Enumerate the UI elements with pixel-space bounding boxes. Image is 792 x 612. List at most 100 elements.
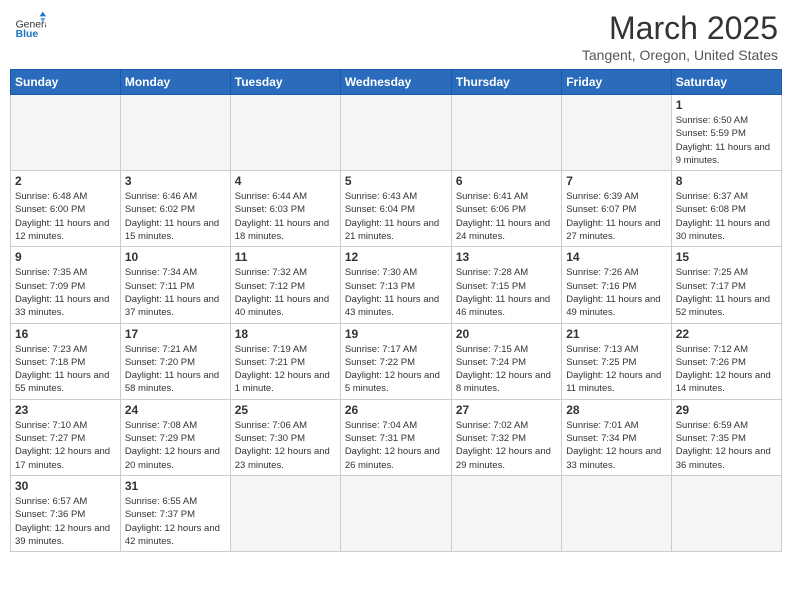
day-cell: 13Sunrise: 7:28 AM Sunset: 7:15 PM Dayli… [451,247,561,323]
day-cell: 25 Sunrise: 7:06 AM Sunset: 7:30 PM Dayli… [230,399,340,475]
day-cell: 3Sunrise: 6:46 AM Sunset: 6:02 PM Daylig… [120,171,230,247]
day-number: 4 [235,174,336,188]
location: Tangent, Oregon, United States [582,47,778,63]
day-info: Sunrise: 7:23 AM Sunset: 7:18 PM Dayligh… [15,343,116,396]
day-cell: 16 Sunrise: 7:23 AM Sunset: 7:18 PM Dayli… [11,323,121,399]
weekday-header-tuesday: Tuesday [230,70,340,95]
day-info: Sunrise: 7:28 AM Sunset: 7:15 PM Dayligh… [456,266,557,319]
title-block: March 2025 Tangent, Oregon, United State… [582,10,778,63]
logo: General Blue [14,10,46,42]
calendar: SundayMondayTuesdayWednesdayThursdayFrid… [10,69,782,552]
day-info: Sunrise: 6:39 AM Sunset: 6:07 PM Dayligh… [566,190,666,243]
week-row-5: 23Sunrise: 7:10 AM Sunset: 7:27 PM Dayli… [11,399,782,475]
day-number: 28 [566,403,666,417]
day-info: Sunrise: 7:01 AM Sunset: 7:34 PM Dayligh… [566,419,666,472]
day-cell [340,475,451,551]
day-cell: 30Sunrise: 6:57 AM Sunset: 7:36 PM Dayli… [11,475,121,551]
day-info: Sunrise: 7:34 AM Sunset: 7:11 PM Dayligh… [125,266,226,319]
day-cell: 8Sunrise: 6:37 AM Sunset: 6:08 PM Daylig… [671,171,781,247]
day-number: 5 [345,174,447,188]
weekday-header-row: SundayMondayTuesdayWednesdayThursdayFrid… [11,70,782,95]
day-cell: 28 Sunrise: 7:01 AM Sunset: 7:34 PM Dayli… [562,399,671,475]
weekday-header-friday: Friday [562,70,671,95]
week-row-6: 30Sunrise: 6:57 AM Sunset: 7:36 PM Dayli… [11,475,782,551]
day-cell: 9Sunrise: 7:35 AM Sunset: 7:09 PM Daylig… [11,247,121,323]
day-cell [11,95,121,171]
day-cell [340,95,451,171]
day-cell: 5 Sunrise: 6:43 AM Sunset: 6:04 PM Daylig… [340,171,451,247]
weekday-header-monday: Monday [120,70,230,95]
day-info: Sunrise: 6:55 AM Sunset: 7:37 PM Dayligh… [125,495,226,548]
day-cell: 26 Sunrise: 7:04 AM Sunset: 7:31 PM Dayli… [340,399,451,475]
day-number: 15 [676,250,777,264]
day-number: 22 [676,327,777,341]
day-number: 27 [456,403,557,417]
logo-icon: General Blue [14,10,46,42]
day-cell: 1 Sunrise: 6:50 AM Sunset: 5:59 PM Daylig… [671,95,781,171]
day-number: 14 [566,250,666,264]
weekday-header-wednesday: Wednesday [340,70,451,95]
day-number: 9 [15,250,116,264]
day-cell: 18Sunrise: 7:19 AM Sunset: 7:21 PM Dayli… [230,323,340,399]
day-number: 12 [345,250,447,264]
day-info: Sunrise: 7:08 AM Sunset: 7:29 PM Dayligh… [125,419,226,472]
day-info: Sunrise: 7:17 AM Sunset: 7:22 PM Dayligh… [345,343,447,396]
day-info: Sunrise: 7:06 AM Sunset: 7:30 PM Dayligh… [235,419,336,472]
day-number: 2 [15,174,116,188]
day-number: 17 [125,327,226,341]
day-info: Sunrise: 6:44 AM Sunset: 6:03 PM Dayligh… [235,190,336,243]
day-cell [562,95,671,171]
day-cell: 21Sunrise: 7:13 AM Sunset: 7:25 PM Dayli… [562,323,671,399]
day-cell: 14 Sunrise: 7:26 AM Sunset: 7:16 PM Dayli… [562,247,671,323]
day-cell: 12 Sunrise: 7:30 AM Sunset: 7:13 PM Dayli… [340,247,451,323]
day-cell: 19 Sunrise: 7:17 AM Sunset: 7:22 PM Dayli… [340,323,451,399]
day-cell: 4 Sunrise: 6:44 AM Sunset: 6:03 PM Daylig… [230,171,340,247]
day-info: Sunrise: 6:50 AM Sunset: 5:59 PM Dayligh… [676,114,777,167]
day-number: 18 [235,327,336,341]
day-cell: 27 Sunrise: 7:02 AM Sunset: 7:32 PM Dayli… [451,399,561,475]
weekday-header-sunday: Sunday [11,70,121,95]
day-cell [230,475,340,551]
day-cell: 15Sunrise: 7:25 AM Sunset: 7:17 PM Dayli… [671,247,781,323]
day-cell [451,95,561,171]
day-cell: 11Sunrise: 7:32 AM Sunset: 7:12 PM Dayli… [230,247,340,323]
day-info: Sunrise: 7:12 AM Sunset: 7:26 PM Dayligh… [676,343,777,396]
day-cell: 29Sunrise: 6:59 AM Sunset: 7:35 PM Dayli… [671,399,781,475]
day-cell [671,475,781,551]
day-number: 26 [345,403,447,417]
day-info: Sunrise: 7:04 AM Sunset: 7:31 PM Dayligh… [345,419,447,472]
day-number: 31 [125,479,226,493]
day-number: 6 [456,174,557,188]
day-cell: 2Sunrise: 6:48 AM Sunset: 6:00 PM Daylig… [11,171,121,247]
weekday-header-thursday: Thursday [451,70,561,95]
day-info: Sunrise: 7:15 AM Sunset: 7:24 PM Dayligh… [456,343,557,396]
day-info: Sunrise: 6:59 AM Sunset: 7:35 PM Dayligh… [676,419,777,472]
day-number: 20 [456,327,557,341]
day-number: 1 [676,98,777,112]
day-cell: 10Sunrise: 7:34 AM Sunset: 7:11 PM Dayli… [120,247,230,323]
day-info: Sunrise: 6:41 AM Sunset: 6:06 PM Dayligh… [456,190,557,243]
day-number: 24 [125,403,226,417]
day-number: 8 [676,174,777,188]
week-row-4: 16 Sunrise: 7:23 AM Sunset: 7:18 PM Dayli… [11,323,782,399]
day-number: 7 [566,174,666,188]
day-info: Sunrise: 6:43 AM Sunset: 6:04 PM Dayligh… [345,190,447,243]
week-row-3: 9Sunrise: 7:35 AM Sunset: 7:09 PM Daylig… [11,247,782,323]
day-info: Sunrise: 6:46 AM Sunset: 6:02 PM Dayligh… [125,190,226,243]
month-title: March 2025 [582,10,778,47]
day-cell: 7 Sunrise: 6:39 AM Sunset: 6:07 PM Daylig… [562,171,671,247]
day-number: 19 [345,327,447,341]
day-info: Sunrise: 7:02 AM Sunset: 7:32 PM Dayligh… [456,419,557,472]
day-number: 25 [235,403,336,417]
week-row-2: 2Sunrise: 6:48 AM Sunset: 6:00 PM Daylig… [11,171,782,247]
day-number: 16 [15,327,116,341]
day-info: Sunrise: 7:13 AM Sunset: 7:25 PM Dayligh… [566,343,666,396]
day-info: Sunrise: 7:26 AM Sunset: 7:16 PM Dayligh… [566,266,666,319]
day-cell [230,95,340,171]
day-info: Sunrise: 7:10 AM Sunset: 7:27 PM Dayligh… [15,419,116,472]
day-cell: 20 Sunrise: 7:15 AM Sunset: 7:24 PM Dayli… [451,323,561,399]
day-cell [562,475,671,551]
day-info: Sunrise: 7:30 AM Sunset: 7:13 PM Dayligh… [345,266,447,319]
day-info: Sunrise: 6:57 AM Sunset: 7:36 PM Dayligh… [15,495,116,548]
day-cell: 17Sunrise: 7:21 AM Sunset: 7:20 PM Dayli… [120,323,230,399]
